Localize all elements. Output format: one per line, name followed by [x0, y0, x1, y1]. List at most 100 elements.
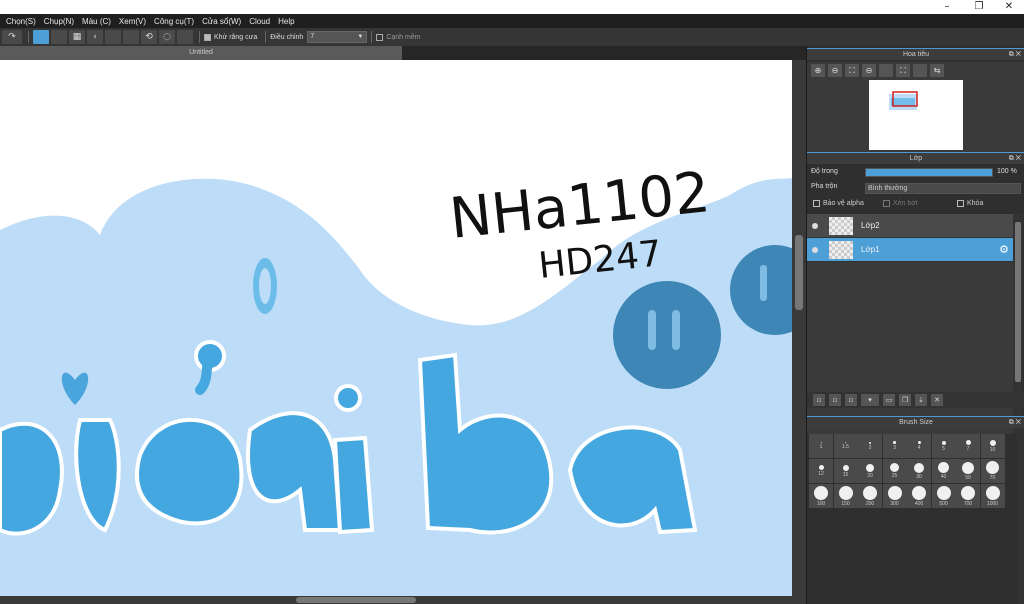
canvas-horizontal-scrollbar[interactable]: [0, 596, 806, 604]
adjust-select[interactable]: 7 ▼: [307, 31, 368, 43]
toolbar-divider: [28, 31, 29, 43]
grid-select-icon[interactable]: ▦: [69, 30, 85, 44]
smooth-edge-checkbox[interactable]: [376, 33, 384, 41]
redo-icon[interactable]: ↷: [2, 30, 22, 44]
brush-size-cell[interactable]: 3: [882, 434, 907, 458]
brush-size-cell[interactable]: 2: [858, 434, 882, 458]
brush-size-cell[interactable]: 12: [809, 459, 833, 483]
folder-icon[interactable]: ▭: [883, 394, 895, 406]
rect-select-icon[interactable]: [33, 30, 49, 44]
brush-size-cell[interactable]: 200: [858, 484, 882, 508]
layer-scroll-thumb[interactable]: [1015, 222, 1021, 382]
clip-checkbox[interactable]: [883, 200, 890, 207]
brush-size-label: 5: [942, 445, 945, 452]
gear-icon[interactable]: ⚙: [999, 243, 1009, 256]
maximize-icon[interactable]: ❐: [964, 0, 994, 14]
lock-checkbox[interactable]: [957, 200, 964, 207]
clip-option[interactable]: Xén bớt: [883, 200, 918, 207]
menu-capture[interactable]: Chụp(N): [44, 17, 74, 26]
brush-size-cell[interactable]: 20: [858, 459, 882, 483]
brush-scrollbar[interactable]: [1017, 432, 1024, 604]
circle-select-icon[interactable]: ◌: [159, 30, 175, 44]
visibility-icon[interactable]: [812, 247, 818, 253]
add-layer-menu-icon[interactable]: ▾: [861, 394, 879, 406]
brush-size-cell[interactable]: 15: [833, 459, 858, 483]
flip-icon[interactable]: ⇆: [930, 63, 944, 77]
panel-close-icon[interactable]: ⧉ ✕: [1009, 153, 1021, 165]
navigator-preview[interactable]: [807, 78, 1024, 152]
brush-size-cell[interactable]: 500: [931, 484, 956, 508]
duplicate-layer-icon[interactable]: ❐: [899, 394, 911, 406]
close-icon[interactable]: ✕: [994, 0, 1024, 14]
brush-size-label: 12: [818, 471, 824, 477]
brush-size-cell[interactable]: 10: [980, 434, 1005, 458]
menu-color[interactable]: Màu (C): [82, 17, 111, 26]
protect-alpha-option[interactable]: Bảo vệ alpha: [813, 200, 864, 207]
rotate-icon[interactable]: [913, 63, 927, 77]
horizontal-scroll-thumb[interactable]: [296, 597, 416, 603]
brush-size-cell[interactable]: 70: [980, 459, 1005, 483]
new-1bit-layer-icon[interactable]: ▫: [845, 394, 857, 406]
brush-size-label: 3: [893, 444, 896, 451]
lock-option[interactable]: Khóa: [957, 200, 983, 207]
panel-close-icon[interactable]: ⧉ ✕: [1009, 417, 1021, 429]
panel-close-icon[interactable]: ⧉ ✕: [1009, 49, 1021, 61]
brush-size-cell[interactable]: 150: [833, 484, 858, 508]
polygon-select-icon[interactable]: [105, 30, 121, 44]
merge-layer-icon[interactable]: ⇣: [915, 394, 927, 406]
brush-dot: [938, 462, 949, 473]
brush-size-cell[interactable]: 50: [956, 459, 980, 483]
brush-size-label: 150: [841, 500, 850, 507]
brush-size-cell[interactable]: 1.5: [833, 434, 858, 458]
minimize-icon[interactable]: –: [932, 0, 962, 14]
new-layer-icon[interactable]: ▫: [813, 394, 825, 406]
fit-icon[interactable]: ⛶: [845, 63, 859, 77]
brush-dot: [818, 465, 824, 470]
document-tab[interactable]: Untitled: [0, 46, 402, 60]
select-pen-icon[interactable]: [123, 30, 139, 44]
vertical-scroll-thumb[interactable]: [795, 235, 803, 310]
menu-view[interactable]: Xem(V): [119, 17, 146, 26]
blank-icon[interactable]: [879, 63, 893, 77]
menu-help[interactable]: Help: [278, 17, 294, 26]
brush-size-cell[interactable]: 1: [809, 434, 833, 458]
magic-wand-icon[interactable]: ⟲: [141, 30, 157, 44]
trash-icon[interactable]: ✕: [931, 394, 943, 406]
brush-size-cell[interactable]: 5: [931, 434, 956, 458]
opacity-slider[interactable]: [865, 168, 993, 177]
layer-row[interactable]: Lớp2: [807, 214, 1013, 238]
drawing-canvas[interactable]: NHa1102 HD247: [0, 60, 792, 596]
zoom-out-icon[interactable]: ⊖: [828, 63, 842, 77]
brush-size-cell[interactable]: 300: [882, 484, 907, 508]
zoom-reset-icon[interactable]: ⊖: [862, 63, 876, 77]
lock-label: Khóa: [967, 200, 984, 207]
new-halftone-layer-icon[interactable]: ▫: [829, 394, 841, 406]
menu-window[interactable]: Cửa sổ(W): [202, 17, 241, 26]
layer-row[interactable]: Lớp1 ⚙: [807, 238, 1013, 262]
brush-size-cell[interactable]: 30: [907, 459, 931, 483]
canvas-vertical-scrollbar[interactable]: [792, 60, 806, 596]
brush-size-label: 20: [867, 472, 873, 479]
brush-size-cell[interactable]: 7: [956, 434, 980, 458]
brush-size-cell[interactable]: 25: [882, 459, 907, 483]
brush-size-cell[interactable]: 400: [907, 484, 931, 508]
menu-tools[interactable]: Công cụ(T): [154, 17, 194, 26]
protect-alpha-checkbox[interactable]: [813, 200, 820, 207]
layer-thumbnail: [829, 217, 853, 235]
menu-select[interactable]: Chọn(S): [6, 17, 36, 26]
brush-size-cell[interactable]: 40: [931, 459, 956, 483]
ellipse-select-icon[interactable]: [51, 30, 67, 44]
lasso-icon[interactable]: ‹: [87, 30, 103, 44]
menu-cloud[interactable]: Cloud: [249, 17, 270, 26]
antialias-checkbox[interactable]: [204, 33, 211, 41]
brush-size-cell[interactable]: 4: [907, 434, 931, 458]
brush-size-cell[interactable]: 1000: [980, 484, 1005, 508]
brush-size-cell[interactable]: 100: [809, 484, 833, 508]
brush-size-cell[interactable]: 700: [956, 484, 980, 508]
fullscreen-icon[interactable]: ⛶: [896, 63, 910, 77]
brush-select-icon[interactable]: [177, 30, 193, 44]
blend-mode-select[interactable]: Bình thường: [865, 183, 1021, 194]
zoom-in-icon[interactable]: ⊕: [811, 63, 825, 77]
tool-options-bar: ↷ ▦ ‹ ⟲ ◌ Khử răng cưa Điều chỉnh 7 ▼ Cạn…: [0, 28, 1024, 46]
visibility-icon[interactable]: [812, 223, 818, 229]
